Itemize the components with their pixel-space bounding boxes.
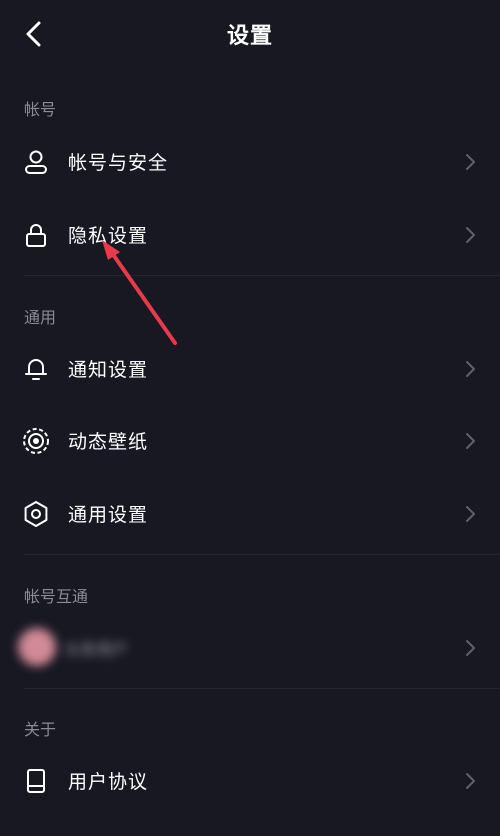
settings-item-label: 用户协议 xyxy=(68,771,149,793)
settings-item-label: 帐号与安全 xyxy=(68,152,169,174)
settings-item-label: 动态壁纸 xyxy=(68,431,149,453)
gear-icon xyxy=(22,500,50,528)
section-label-linked-accounts: 帐号互通 xyxy=(24,587,89,606)
header-bar: 设置 xyxy=(0,0,500,68)
section-label-account: 帐号 xyxy=(24,100,57,119)
settings-item-privacy[interactable]: 隐私设置 xyxy=(0,199,500,269)
settings-item-notifications[interactable]: 通知设置 xyxy=(0,333,500,403)
settings-item-label: 通用设置 xyxy=(68,504,149,526)
settings-item-label: 通知设置 xyxy=(68,359,149,381)
section-label-general: 通用 xyxy=(24,308,57,327)
bell-icon xyxy=(22,355,50,383)
user-icon xyxy=(22,148,50,176)
chevron-right-icon xyxy=(466,433,475,449)
live-wallpaper-icon xyxy=(22,427,50,455)
avatar xyxy=(18,628,56,666)
chevron-right-icon xyxy=(466,506,475,522)
book-icon xyxy=(22,767,50,795)
chevron-right-icon xyxy=(466,773,475,789)
chevron-right-icon xyxy=(466,361,475,377)
settings-item-general[interactable]: 通用设置 xyxy=(0,478,500,548)
section-divider xyxy=(24,688,500,689)
settings-item-user-agreement[interactable]: 用户协议 xyxy=(0,745,500,815)
page-title: 设置 xyxy=(226,24,273,49)
linked-account-row[interactable]: 头条用户 xyxy=(0,612,500,682)
section-label-about: 关于 xyxy=(24,720,57,739)
settings-item-account-security[interactable]: 帐号与安全 xyxy=(0,126,500,196)
lock-icon xyxy=(22,221,50,249)
chevron-right-icon xyxy=(466,154,475,170)
chevron-right-icon xyxy=(466,640,475,656)
settings-item-live-wallpaper[interactable]: 动态壁纸 xyxy=(0,405,500,475)
linked-account-name: 头条用户 xyxy=(64,640,129,659)
chevron-right-icon xyxy=(466,227,475,243)
section-divider xyxy=(24,275,500,276)
settings-item-label: 隐私设置 xyxy=(68,225,149,247)
section-divider xyxy=(24,554,500,555)
